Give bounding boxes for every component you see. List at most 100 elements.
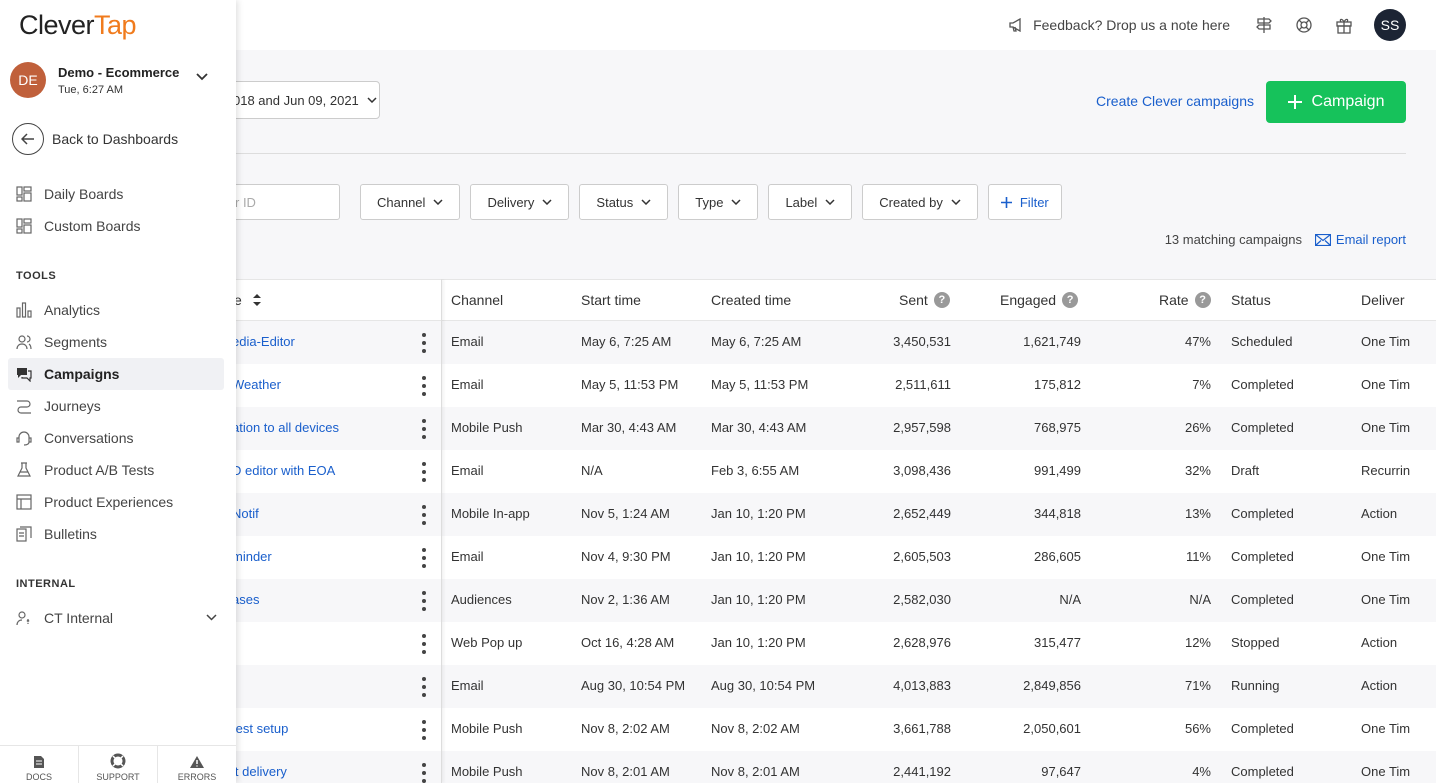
more-options-icon[interactable] [420,419,428,439]
channel-filter[interactable]: Channel [360,184,461,220]
sidebar-item-ct-internal[interactable]: CT Internal [8,602,224,634]
campaign-name-link[interactable]: ases [236,592,259,607]
megaphone-icon [1009,18,1021,32]
campaign-name-link[interactable]: D editor with EOA [236,463,335,478]
sidebar-item-segments[interactable]: Segments [8,326,224,358]
status-cell: Scheduled [1231,334,1293,349]
divider [236,153,1406,154]
create-clever-campaigns-link[interactable]: Create Clever campaigns [1096,93,1254,109]
gift-icon[interactable] [1334,15,1354,35]
status-cell: Completed [1231,377,1294,392]
clevertap-logo[interactable]: CleverTap [19,10,137,41]
table-row[interactable]: Mobile Push Nov 8, 2:02 AM Nov 8, 2:02 AM 3… [442,708,1436,751]
campaign-name-link[interactable]: Weather [236,377,281,392]
sent-header[interactable]: Sent? [899,292,950,308]
help-icon[interactable]: ? [1194,292,1211,308]
rate-header[interactable]: Rate? [1159,292,1211,308]
table-row[interactable]: Email N/A Feb 3, 6:55 AM 3,098,436 991,499 32… [442,450,1436,493]
user-avatar[interactable]: SS [1374,9,1406,41]
filter-label: Type [695,194,724,210]
campaign-name-link[interactable]: minder [236,549,272,564]
more-options-icon[interactable] [420,505,428,525]
more-options-icon[interactable] [420,548,428,568]
campaign-name-link[interactable]: test setup [236,721,288,736]
table-row[interactable]: Mobile Push Mar 30, 4:43 AM Mar 30, 4:43 A… [442,407,1436,450]
channel-header[interactable]: Channel [451,292,503,308]
table-row-name: ation to all devices [236,407,441,450]
sidebar-item-analytics[interactable]: Analytics [8,294,224,326]
created-by-filter[interactable]: Created by [862,184,978,220]
errors-link[interactable]: ERRORS [158,746,236,783]
created-time-header[interactable]: Created time [711,292,791,308]
status-filter[interactable]: Status [579,184,669,220]
segments-icon [16,334,44,350]
more-options-icon[interactable] [420,462,428,482]
new-campaign-button[interactable]: Campaign [1266,81,1406,123]
table-row[interactable]: Email Aug 30, 10:54 PM Aug 30, 10:54 PM 4,0… [442,665,1436,708]
sidebar-item-journeys[interactable]: Journeys [8,390,224,422]
signpost-icon[interactable] [1254,15,1274,35]
campaign-name-link[interactable]: edia-Editor [236,334,295,349]
more-options-icon[interactable] [420,763,428,783]
more-options-icon[interactable] [420,333,428,353]
campaign-name-link[interactable]: it delivery [236,764,287,779]
date-range-select[interactable]: 018 and Jun 09, 2021 [216,81,380,119]
rate-cell: 47% [1184,334,1211,349]
filter-button-label: Filter [1019,194,1049,210]
campaign-name-link[interactable]: ation to all devices [236,420,339,435]
name-column: e edia-Editor Weather ation to all devices… [236,279,442,783]
header-label: Deliver [1361,292,1405,308]
chevron-down-icon[interactable] [196,73,208,81]
sidebar-item-custom-boards[interactable]: Custom Boards [8,210,224,242]
table-row[interactable]: Mobile Push Nov 8, 2:01 AM Nov 8, 2:01 AM 2… [442,751,1436,783]
table-row[interactable]: Audiences Nov 2, 1:36 AM Jan 10, 1:20 PM 2,… [442,579,1436,622]
account-switcher[interactable]: DE Demo - Ecommerce Tue, 6:27 AM [10,62,179,98]
more-options-icon[interactable] [420,376,428,396]
feedback-link[interactable]: Feedback? Drop us a note here [1009,17,1230,33]
sidebar-item-campaigns[interactable]: Campaigns [8,358,224,390]
table-row[interactable]: Web Pop up Oct 16, 4:28 AM Jan 10, 1:20 PM… [442,622,1436,665]
email-report-link[interactable]: Email report [1314,232,1406,247]
chevron-down-icon [825,199,835,205]
add-filter-button[interactable]: Filter [987,184,1062,220]
delivery-filter[interactable]: Delivery [470,184,570,220]
name-header[interactable]: e [236,279,441,321]
sent-cell: 4,013,883 [893,678,951,693]
more-options-icon[interactable] [420,591,428,611]
sort-icon[interactable] [252,293,262,307]
help-icon[interactable]: ? [933,292,950,308]
table-row-name [236,665,441,708]
label-filter[interactable]: Label [768,184,853,220]
help-circle-icon[interactable] [1294,15,1314,35]
sidebar-item-product-experiences[interactable]: Product Experiences [8,486,224,518]
sidebar-item-conversations[interactable]: Conversations [8,422,224,454]
table-row[interactable]: Email Nov 4, 9:30 PM Jan 10, 1:20 PM 2,605,… [442,536,1436,579]
rate-cell: 12% [1184,635,1211,650]
campaign-name-link[interactable]: Notif [236,506,259,521]
type-filter[interactable]: Type [678,184,759,220]
table-row-name: Notif [236,493,441,536]
sidebar-item-bulletins[interactable]: Bulletins [8,518,224,550]
channel-cell: Email [451,463,484,478]
support-link[interactable]: SUPPORT [79,746,158,783]
more-options-icon[interactable] [420,677,428,697]
table-row[interactable]: Email May 5, 11:53 PM May 5, 11:53 PM 2,511… [442,364,1436,407]
sidebar-item-product-a-b-tests[interactable]: Product A/B Tests [8,454,224,486]
table-row-name: edia-Editor [236,321,441,364]
delivery-header[interactable]: Deliver [1361,292,1405,308]
more-options-icon[interactable] [420,720,428,740]
sidebar-item-daily-boards[interactable]: Daily Boards [8,178,224,210]
status-header[interactable]: Status [1231,292,1271,308]
table-row[interactable]: Mobile In-app Nov 5, 1:24 AM Jan 10, 1:20 … [442,493,1436,536]
more-options-icon[interactable] [420,634,428,654]
boards-icon [16,218,44,234]
help-icon[interactable]: ? [1062,292,1079,308]
docs-link[interactable]: DOCS [0,746,79,783]
campaigns-icon [16,366,44,382]
engaged-header[interactable]: Engaged? [1000,292,1079,308]
back-to-dashboards[interactable]: Back to Dashboards [12,123,178,155]
start-time-cell: Nov 8, 2:01 AM [581,764,670,779]
start-time-header[interactable]: Start time [581,292,641,308]
channel-cell: Email [451,377,484,392]
table-row[interactable]: Email May 6, 7:25 AM May 6, 7:25 AM 3,450,5… [442,321,1436,364]
